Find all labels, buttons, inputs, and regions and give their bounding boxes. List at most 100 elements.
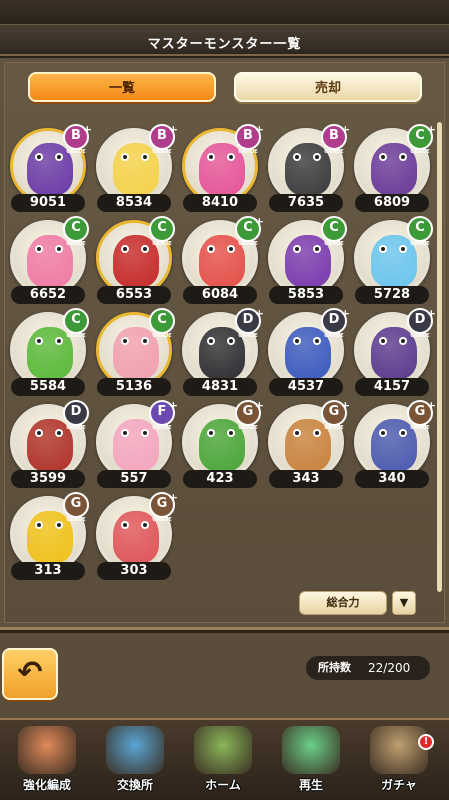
monster-card[interactable]: D GRADE +4831 bbox=[177, 306, 264, 398]
scrollbar-thumb[interactable] bbox=[437, 122, 442, 592]
grade-letter: G bbox=[156, 496, 168, 511]
title-bar: マスターモンスター一覧 bbox=[0, 24, 449, 56]
monster-power: 4157 bbox=[355, 378, 429, 396]
monster-eye-icon bbox=[293, 245, 301, 253]
monster-card[interactable]: C GRADE 6553 bbox=[91, 214, 177, 306]
nav-item[interactable]: ホーム bbox=[180, 724, 266, 800]
monster-card[interactable]: C GRADE 5584 bbox=[5, 306, 91, 398]
grade-badge: C GRADE bbox=[149, 308, 175, 339]
grade-letter: G bbox=[328, 404, 340, 419]
top-strip bbox=[0, 0, 449, 24]
monster-power: 9051 bbox=[11, 194, 85, 212]
grade-caption: GRADE bbox=[324, 425, 344, 431]
monster-card[interactable]: G GRADE +343 bbox=[263, 398, 350, 490]
tab-list[interactable]: 一覧 bbox=[28, 72, 216, 102]
grade-caption: GRADE bbox=[152, 333, 172, 339]
monster-card[interactable]: G GRADE +303 bbox=[91, 490, 178, 582]
monster-card[interactable]: D GRADE +4537 bbox=[263, 306, 350, 398]
grade-caption: GRADE bbox=[410, 333, 430, 339]
grade-caption: GRADE bbox=[66, 149, 86, 155]
monster-eye-icon bbox=[293, 153, 301, 161]
home-icon bbox=[194, 726, 252, 774]
grade-caption: GRADE bbox=[152, 149, 172, 155]
monster-eye-icon bbox=[379, 429, 387, 437]
monster-eye-icon bbox=[35, 153, 43, 161]
monster-power: 6553 bbox=[97, 286, 171, 304]
grade-caption: GRADE bbox=[152, 517, 172, 523]
scrollbar-track[interactable] bbox=[437, 122, 442, 592]
page-title: マスターモンスター一覧 bbox=[147, 37, 302, 52]
sort-dropdown-icon[interactable]: ▼ bbox=[392, 591, 416, 615]
monster-card[interactable]: D GRADE 3599 bbox=[5, 398, 91, 490]
grade-badge: B GRADE + bbox=[63, 123, 92, 155]
monster-eye-icon bbox=[293, 337, 301, 345]
monster-power: 7635 bbox=[269, 194, 343, 212]
nav-label: 交換所 bbox=[116, 778, 153, 792]
monster-card[interactable]: B GRADE +8534 bbox=[91, 122, 178, 214]
nav-label: ホーム bbox=[205, 778, 241, 792]
grade-caption: GRADE bbox=[66, 333, 86, 339]
monster-card[interactable]: B GRADE + 7635 bbox=[263, 122, 350, 214]
monster-eye-icon bbox=[313, 337, 321, 345]
monster-card[interactable]: B GRADE +8410 bbox=[177, 122, 264, 214]
nav-item[interactable]: ガチャ! bbox=[356, 724, 442, 800]
monster-power: 303 bbox=[97, 562, 171, 580]
regenerate-icon bbox=[282, 726, 340, 774]
monster-eye-icon bbox=[399, 245, 407, 253]
grade-letter: D bbox=[242, 312, 254, 327]
plus-icon: + bbox=[426, 399, 436, 412]
grade-letter: B bbox=[329, 128, 339, 143]
grade-badge: C GRADE bbox=[149, 216, 175, 247]
monster-card[interactable]: C GRADE +6809 bbox=[349, 122, 436, 214]
monster-power: 4537 bbox=[269, 378, 343, 396]
monster-card[interactable]: C GRADE 5728 bbox=[349, 214, 435, 306]
nav-item[interactable]: 交換所 bbox=[92, 724, 178, 800]
monster-eye-icon bbox=[55, 153, 63, 161]
nav-item[interactable]: 再生 bbox=[268, 724, 354, 800]
monster-eye-icon bbox=[399, 429, 407, 437]
grade-letter: B bbox=[243, 128, 253, 143]
grade-badge: G GRADE + bbox=[321, 399, 350, 431]
monster-eye-icon bbox=[141, 245, 149, 253]
grade-badge: G GRADE + bbox=[149, 491, 178, 523]
monster-card[interactable]: B GRADE + 9051 bbox=[5, 122, 92, 214]
grade-letter: C bbox=[71, 220, 81, 235]
monster-eye-icon bbox=[227, 153, 235, 161]
monster-eye-icon bbox=[399, 337, 407, 345]
monster-card[interactable]: D GRADE +4157 bbox=[349, 306, 436, 398]
sort-button[interactable]: 総合力 bbox=[299, 591, 387, 615]
nav-item[interactable]: 強化編成 bbox=[4, 724, 90, 800]
grade-letter: D bbox=[328, 312, 340, 327]
grade-badge: B GRADE + bbox=[321, 123, 350, 155]
grade-letter: B bbox=[157, 128, 167, 143]
grade-badge: F GRADE + bbox=[149, 399, 178, 431]
owned-count-value: 22/200 bbox=[368, 661, 411, 675]
grade-badge: B GRADE + bbox=[235, 123, 264, 155]
grade-caption: GRADE bbox=[66, 425, 86, 431]
monster-eye-icon bbox=[141, 153, 149, 161]
tab-sell[interactable]: 売却 bbox=[234, 72, 422, 102]
monster-card[interactable]: C GRADE 5136 bbox=[91, 306, 177, 398]
monster-card[interactable]: F GRADE + 557 bbox=[91, 398, 178, 490]
plus-icon: + bbox=[426, 307, 436, 320]
monster-card[interactable]: G GRADE +423 bbox=[177, 398, 264, 490]
monster-eye-icon bbox=[379, 245, 387, 253]
monster-power: 557 bbox=[97, 470, 171, 488]
grade-caption: GRADE bbox=[410, 425, 430, 431]
monster-card[interactable]: C GRADE +6084 bbox=[177, 214, 264, 306]
back-button[interactable]: ↶ bbox=[2, 648, 58, 700]
monster-card[interactable]: C GRADE 6652 bbox=[5, 214, 91, 306]
monster-eye-icon bbox=[207, 337, 215, 345]
monster-card[interactable]: C GRADE 5853 bbox=[263, 214, 349, 306]
monster-card[interactable]: G GRADE 313 bbox=[5, 490, 91, 582]
grade-letter: D bbox=[70, 404, 82, 419]
grade-badge: G GRADE + bbox=[235, 399, 264, 431]
monster-card[interactable]: G GRADE +340 bbox=[349, 398, 436, 490]
gacha-icon bbox=[370, 726, 428, 774]
monster-power: 6652 bbox=[11, 286, 85, 304]
monster-eye-icon bbox=[379, 153, 387, 161]
monster-power: 5136 bbox=[97, 378, 171, 396]
monster-power: 5584 bbox=[11, 378, 85, 396]
monster-eye-icon bbox=[121, 429, 129, 437]
grade-badge: C GRADE + bbox=[235, 215, 264, 247]
